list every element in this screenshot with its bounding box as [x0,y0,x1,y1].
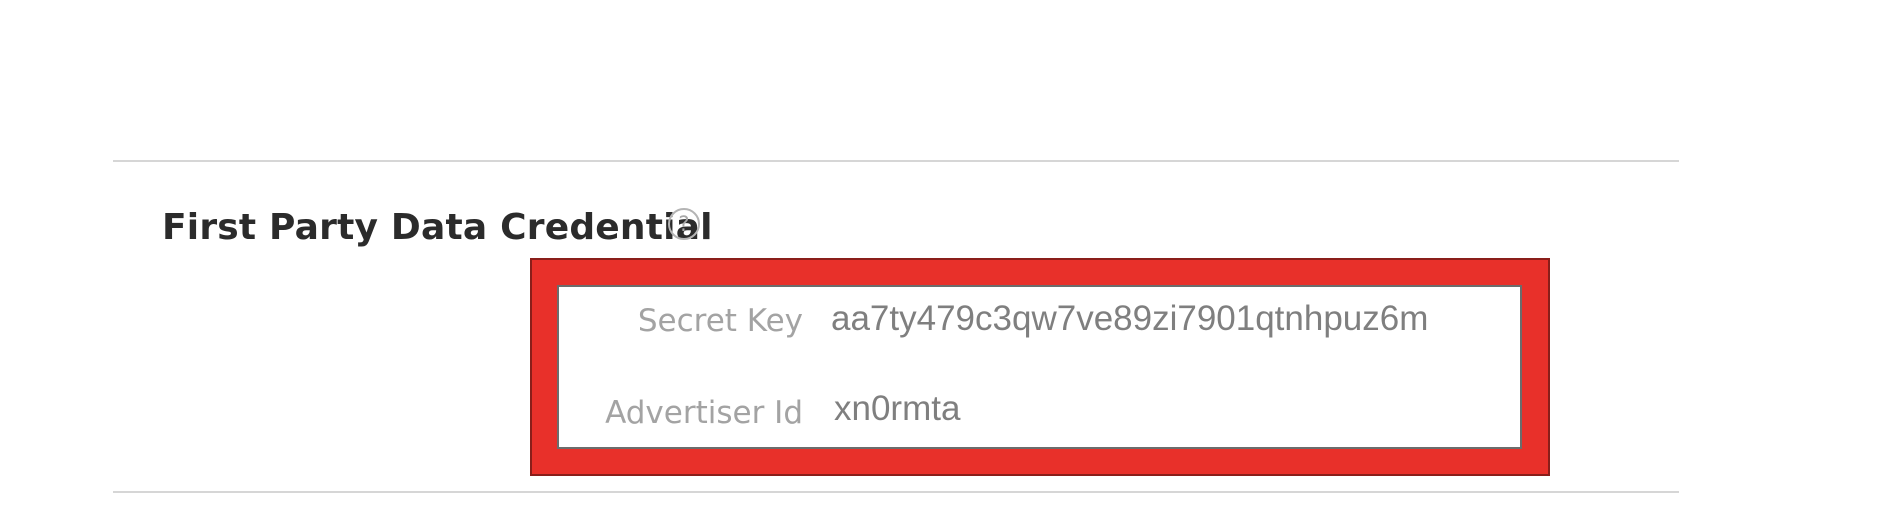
section-title: First Party Data Credential [162,207,713,248]
secret-key-value: aa7ty479c3qw7ve89zi7901qtnhpuz6m [831,299,1429,338]
secret-key-label: Secret Key [637,303,803,339]
bottom-divider [113,491,1679,493]
question-circle-icon[interactable]: ? [668,208,700,240]
top-divider [113,160,1679,162]
advertiser-id-value: xn0rmta [834,389,961,428]
advertiser-id-label: Advertiser Id [605,395,803,431]
